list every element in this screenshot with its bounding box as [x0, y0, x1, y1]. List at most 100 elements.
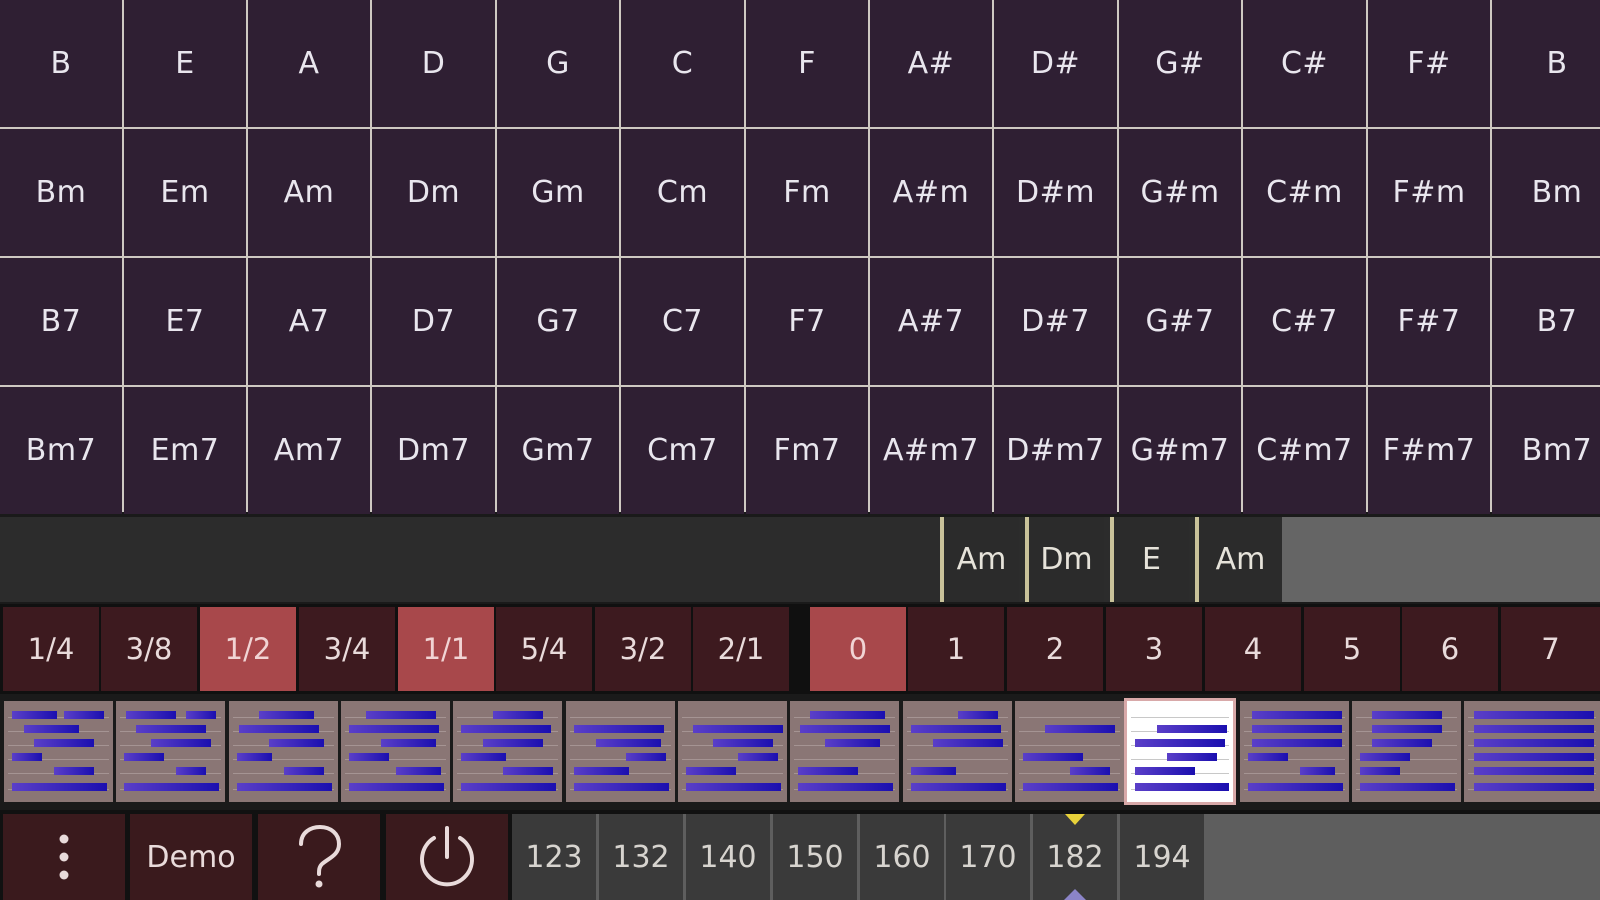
chord-button[interactable]: E [124, 0, 246, 127]
chord-button[interactable]: G#m7 [1119, 387, 1241, 514]
pattern-thumbnail[interactable] [1015, 701, 1124, 802]
chord-button[interactable]: F# [1368, 0, 1490, 127]
chord-button[interactable]: Cm [621, 129, 744, 256]
chord-button[interactable]: C#m [1243, 129, 1366, 256]
length-button[interactable]: 2/1 [693, 607, 789, 691]
chord-button[interactable]: A#m7 [870, 387, 992, 514]
offset-button[interactable]: 7 [1501, 607, 1600, 691]
chord-button[interactable]: F#m7 [1368, 387, 1490, 514]
pattern-thumbnail[interactable] [1240, 701, 1349, 802]
pattern-thumbnail[interactable] [566, 701, 675, 802]
chord-button[interactable]: F#m [1368, 129, 1490, 256]
chord-button[interactable]: Em [124, 129, 246, 256]
tempo-button[interactable]: 170 [946, 814, 1030, 900]
chord-button[interactable]: A [248, 0, 370, 127]
chord-button[interactable]: B [1492, 0, 1600, 127]
chord-button[interactable]: Em7 [124, 387, 246, 514]
progression-chord[interactable]: E [1110, 517, 1189, 602]
pattern-thumbnail[interactable] [678, 701, 787, 802]
pattern-thumbnail-selected[interactable] [1124, 698, 1236, 805]
tempo-button[interactable]: 140 [686, 814, 770, 900]
pattern-thumbnail[interactable] [453, 701, 562, 802]
progression-empty-area[interactable] [1282, 517, 1600, 602]
chord-button[interactable]: Bm7 [1492, 387, 1600, 514]
chord-button[interactable]: Dm7 [372, 387, 495, 514]
chord-button[interactable]: C7 [621, 258, 744, 385]
pattern-thumbnail[interactable] [903, 701, 1012, 802]
tempo-button[interactable]: 160 [860, 814, 944, 900]
chord-button[interactable]: F [746, 0, 868, 127]
chord-button[interactable]: G7 [497, 258, 619, 385]
pattern-thumbnail[interactable] [341, 701, 450, 802]
help-button[interactable] [258, 814, 380, 900]
pattern-thumbnail[interactable] [790, 701, 899, 802]
chord-button[interactable]: B [0, 0, 122, 127]
chord-button[interactable]: C# [1243, 0, 1366, 127]
chord-button[interactable]: G#m [1119, 129, 1241, 256]
offset-button[interactable]: 6 [1402, 607, 1498, 691]
chord-button[interactable]: Am [248, 129, 370, 256]
offset-button[interactable]: 2 [1007, 607, 1103, 691]
progression-chord[interactable]: Am [1195, 517, 1282, 602]
power-button[interactable] [386, 814, 508, 900]
offset-button[interactable]: 3 [1106, 607, 1202, 691]
pattern-thumbnail[interactable] [1352, 701, 1461, 802]
chord-button[interactable]: Dm [372, 129, 495, 256]
progression-chord[interactable]: Am [940, 517, 1019, 602]
tempo-button[interactable]: 182 [1033, 814, 1117, 900]
chord-button[interactable]: D#m7 [994, 387, 1117, 514]
chord-button[interactable]: D#m [994, 129, 1117, 256]
chord-button[interactable]: F#7 [1368, 258, 1490, 385]
chord-button[interactable]: A7 [248, 258, 370, 385]
length-button[interactable]: 1/2 [200, 607, 296, 691]
chord-button[interactable]: Bm [0, 129, 122, 256]
offset-button[interactable]: 5 [1304, 607, 1400, 691]
chord-button[interactable]: C [621, 0, 744, 127]
offset-button[interactable]: 0 [810, 607, 906, 691]
chord-button[interactable]: Cm7 [621, 387, 744, 514]
demo-button[interactable]: Demo [130, 814, 252, 900]
pattern-thumbnail[interactable] [4, 701, 113, 802]
pattern-thumbnail[interactable] [116, 701, 225, 802]
chord-button[interactable]: Am7 [248, 387, 370, 514]
menu-button[interactable] [3, 814, 125, 900]
length-button[interactable]: 3/4 [299, 607, 395, 691]
pattern-thumbnail[interactable] [1464, 701, 1600, 802]
chord-button[interactable]: F7 [746, 258, 868, 385]
chord-button[interactable]: A#m [870, 129, 992, 256]
chord-button[interactable]: G#7 [1119, 258, 1241, 385]
chord-button[interactable]: B7 [1492, 258, 1600, 385]
tempo-button[interactable]: 150 [773, 814, 857, 900]
chord-button[interactable]: Gm [497, 129, 619, 256]
chord-button[interactable]: B7 [0, 258, 122, 385]
progression-chord[interactable]: Dm [1025, 517, 1104, 602]
chord-button[interactable]: Fm [746, 129, 868, 256]
chord-button[interactable]: D7 [372, 258, 495, 385]
chord-button[interactable]: C#m7 [1243, 387, 1366, 514]
chord-button[interactable]: Gm7 [497, 387, 619, 514]
chord-button[interactable]: A# [870, 0, 992, 127]
chord-button[interactable]: G# [1119, 0, 1241, 127]
offset-button[interactable]: 4 [1205, 607, 1301, 691]
chord-button[interactable]: D#7 [994, 258, 1117, 385]
chord-button[interactable]: A#7 [870, 258, 992, 385]
pattern-thumbnail[interactable] [229, 701, 338, 802]
tempo-button[interactable]: 194 [1120, 814, 1204, 900]
pattern-note-bar [503, 767, 553, 775]
chord-button[interactable]: Fm7 [746, 387, 868, 514]
chord-button[interactable]: Bm7 [0, 387, 122, 514]
length-button[interactable]: 1/1 [398, 607, 494, 691]
tempo-button[interactable]: 123 [512, 814, 596, 900]
chord-button[interactable]: D# [994, 0, 1117, 127]
offset-button[interactable]: 1 [908, 607, 1004, 691]
chord-button[interactable]: C#7 [1243, 258, 1366, 385]
chord-button[interactable]: Bm [1492, 129, 1600, 256]
length-button[interactable]: 5/4 [496, 607, 592, 691]
chord-button[interactable]: E7 [124, 258, 246, 385]
chord-button[interactable]: G [497, 0, 619, 127]
length-button[interactable]: 3/2 [595, 607, 691, 691]
length-button[interactable]: 1/4 [3, 607, 99, 691]
chord-button[interactable]: D [372, 0, 495, 127]
tempo-button[interactable]: 132 [599, 814, 683, 900]
length-button[interactable]: 3/8 [101, 607, 197, 691]
